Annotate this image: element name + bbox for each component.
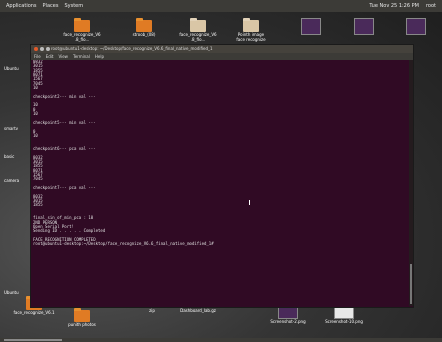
desktop-folder-label: stroob_(08) [132,32,156,37]
desktop-thumb-1[interactable] [285,18,337,35]
minimize-icon[interactable] [40,47,44,51]
image-thumbnail-icon [301,18,321,35]
desktop-file-zip[interactable]: zip [126,308,178,313]
terminal-line: root@ubuntu1-desktop:~/Desktop/face_reco… [33,241,214,247]
user-menu[interactable]: root [426,0,436,12]
desktop-folder-2[interactable]: stroob_(08) [118,18,170,37]
desktop-label-left[interactable]: smartv [4,126,18,131]
desktop-label-left[interactable]: camera [4,178,19,183]
desktop-folder-4[interactable]: Pointh image face recognize [225,18,277,42]
desktop-folder-label: face_recognize_V6.1 [13,310,55,315]
desktop-folder-label: Pointh image face recognize [236,32,266,42]
desktop-thumb-2[interactable] [338,18,390,35]
bottom-panel [0,338,442,342]
system-menu[interactable]: System [64,0,83,12]
scrollbar-thumb[interactable] [410,264,412,304]
desktop: face_recognize_V6 .8_flo... stroob_(08) … [0,12,442,338]
desktop-folder-3[interactable]: face_recognize_V6 .8_flo... [172,18,224,42]
desktop-label-left[interactable]: Ubuntu [4,66,19,71]
menu-help[interactable]: Help [95,53,104,60]
menu-view[interactable]: View [58,53,68,60]
image-thumbnail-icon [406,18,426,35]
mouse-pointer-icon [249,200,253,205]
terminal-title: root@ubuntu1-desktop: ~/Desktop/face_rec… [51,46,213,51]
desktop-file-gz[interactable]: Dashboard_lab.gz [172,308,224,313]
desktop-label-left[interactable]: basic [4,154,14,159]
top-panel: Applications Places System Tue Nov 25 1:… [0,0,442,12]
terminal-output[interactable]: 0832 3015 1855 8071 1567 7045 10 checkpoint2--… [33,60,407,306]
terminal-scrollbar[interactable] [409,60,413,306]
desktop-file-label: Dashboard_lab.gz [180,308,216,313]
clock[interactable]: Tue Nov 25 1:26 PM [369,0,419,12]
menu-terminal[interactable]: Terminal [73,53,90,60]
desktop-file-label: zip [149,308,155,313]
image-thumbnail-icon [354,18,374,35]
desktop-folder-1[interactable]: face_recognize_V6 .8_flo... [56,18,108,42]
menu-file[interactable]: File [34,53,41,60]
folder-icon [74,308,90,322]
terminal-titlebar[interactable]: root@ubuntu1-desktop: ~/Desktop/face_rec… [31,45,413,53]
desktop-thumb-3[interactable] [390,18,442,35]
folder-icon [190,18,206,32]
terminal-window[interactable]: root@ubuntu1-desktop: ~/Desktop/face_rec… [30,44,414,308]
terminal-menubar: File Edit View Terminal Help [31,53,413,60]
menu-edit[interactable]: Edit [46,53,54,60]
folder-icon [74,18,90,32]
places-menu[interactable]: Places [43,0,59,12]
desktop-file-label: Screenshot-2.png [270,319,306,324]
applications-menu[interactable]: Applications [6,0,37,12]
desktop-folder-label: punith photos [68,322,96,327]
desktop-folder-label: face_recognize_V6 .8_flo... [63,32,101,42]
desktop-file-label: Screenshot-10.png [325,319,363,324]
close-icon[interactable] [34,47,38,51]
desktop-label-left[interactable]: Ubuntu [4,290,19,295]
maximize-icon[interactable] [46,47,50,51]
folder-icon [136,18,152,32]
desktop-folder-label: face_recognize_V6 .8_flo... [179,32,217,42]
folder-icon [243,18,259,32]
desktop-folder-bottom-2[interactable]: punith photos [56,308,108,327]
taskbar-item[interactable] [4,339,62,341]
